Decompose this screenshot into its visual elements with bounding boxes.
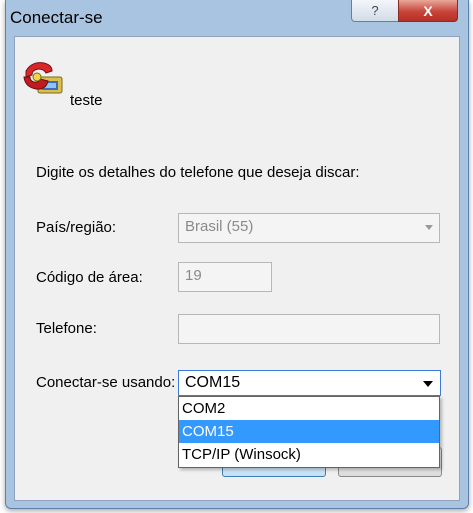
close-button[interactable]: X [398,0,458,22]
area-code-value: 19 [185,267,202,284]
close-icon: X [423,2,433,19]
country-value: Brasil (55) [185,218,254,235]
connect-using-value: COM15 [185,374,241,391]
connect-using-select[interactable]: COM15 [178,370,441,396]
help-button[interactable]: ? [351,0,399,22]
instructions-text: Digite os detalhes do telefone que desej… [36,164,360,181]
connect-using-label: Conectar-se usando: [36,374,176,391]
red-telephone-icon [23,62,63,94]
connect-using-dropdown-list: COM2 COM15 TCP/IP (Winsock) [178,396,440,468]
chevron-down-icon [425,225,433,230]
title-bar[interactable]: Conectar-se ? X [6,0,468,36]
connection-name: teste [70,92,103,109]
country-select[interactable]: Brasil (55) [178,213,440,243]
dropdown-option-com2[interactable]: COM2 [179,397,439,420]
area-code-field[interactable]: 19 [178,262,272,292]
phone-field[interactable] [178,314,440,344]
help-icon: ? [371,3,379,18]
chevron-down-icon[interactable] [423,381,433,387]
dropdown-option-tcpip[interactable]: TCP/IP (Winsock) [179,443,439,466]
phone-label: Telefone: [36,320,97,337]
country-label: País/região: [36,219,117,236]
dropdown-option-com15[interactable]: COM15 [179,420,439,443]
window-title: Conectar-se [10,8,103,27]
area-code-label: Código de área: [36,269,143,286]
